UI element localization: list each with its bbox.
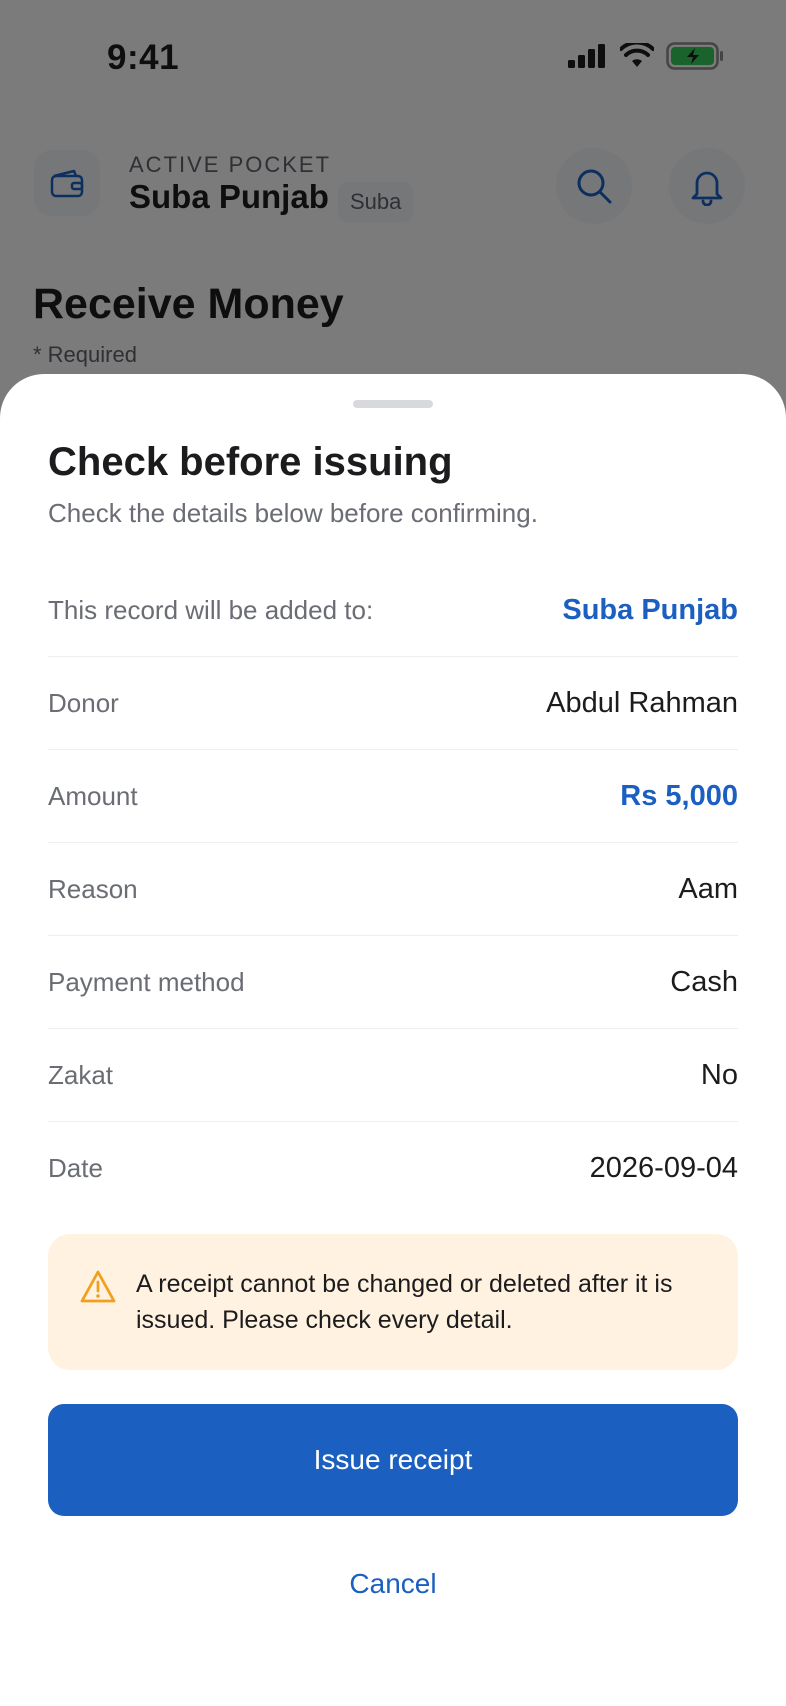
cancel-button[interactable]: Cancel [293, 1554, 493, 1614]
row-value: Cash [670, 965, 738, 998]
warning-triangle-icon [80, 1270, 116, 1303]
row-value: Suba Punjab [562, 593, 738, 626]
summary-row-date: Date 2026-09-04 [48, 1122, 738, 1215]
summary-row-payment-method: Payment method Cash [48, 936, 738, 1029]
confirm-bottom-sheet: Check before issuing Check the details b… [0, 374, 786, 1706]
row-value: Aam [678, 872, 738, 905]
summary-list: This record will be added to: Suba Punja… [48, 564, 738, 1215]
row-label: Reason [48, 873, 138, 904]
sheet-title: Check before issuing [48, 440, 453, 484]
row-label: Donor [48, 687, 119, 718]
summary-row-zakat: Zakat No [48, 1029, 738, 1122]
issue-receipt-button[interactable]: Issue receipt [48, 1404, 738, 1516]
row-value: Rs 5,000 [620, 779, 738, 812]
sheet-subtitle: Check the details below before confirmin… [48, 498, 538, 528]
row-label: Payment method [48, 966, 245, 997]
row-label: Date [48, 1153, 103, 1183]
warning-banner: A receipt cannot be changed or deleted a… [48, 1234, 738, 1370]
row-label: Zakat [48, 1059, 114, 1090]
row-value: 2026-09-04 [589, 1152, 738, 1184]
warning-text: A receipt cannot be changed or deleted a… [136, 1270, 673, 1334]
row-value: Abdul Rahman [546, 686, 738, 719]
summary-row-amount: Amount Rs 5,000 [48, 750, 738, 843]
row-label: Amount [48, 780, 138, 811]
row-value: No [700, 1058, 738, 1091]
summary-row-donor: Donor Abdul Rahman [48, 657, 738, 750]
sheet-grabber[interactable] [353, 400, 433, 408]
summary-row-reason: Reason Aam [48, 843, 738, 936]
summary-row-pocket: This record will be added to: Suba Punja… [48, 564, 738, 657]
row-label: This record will be added to: [48, 594, 374, 625]
